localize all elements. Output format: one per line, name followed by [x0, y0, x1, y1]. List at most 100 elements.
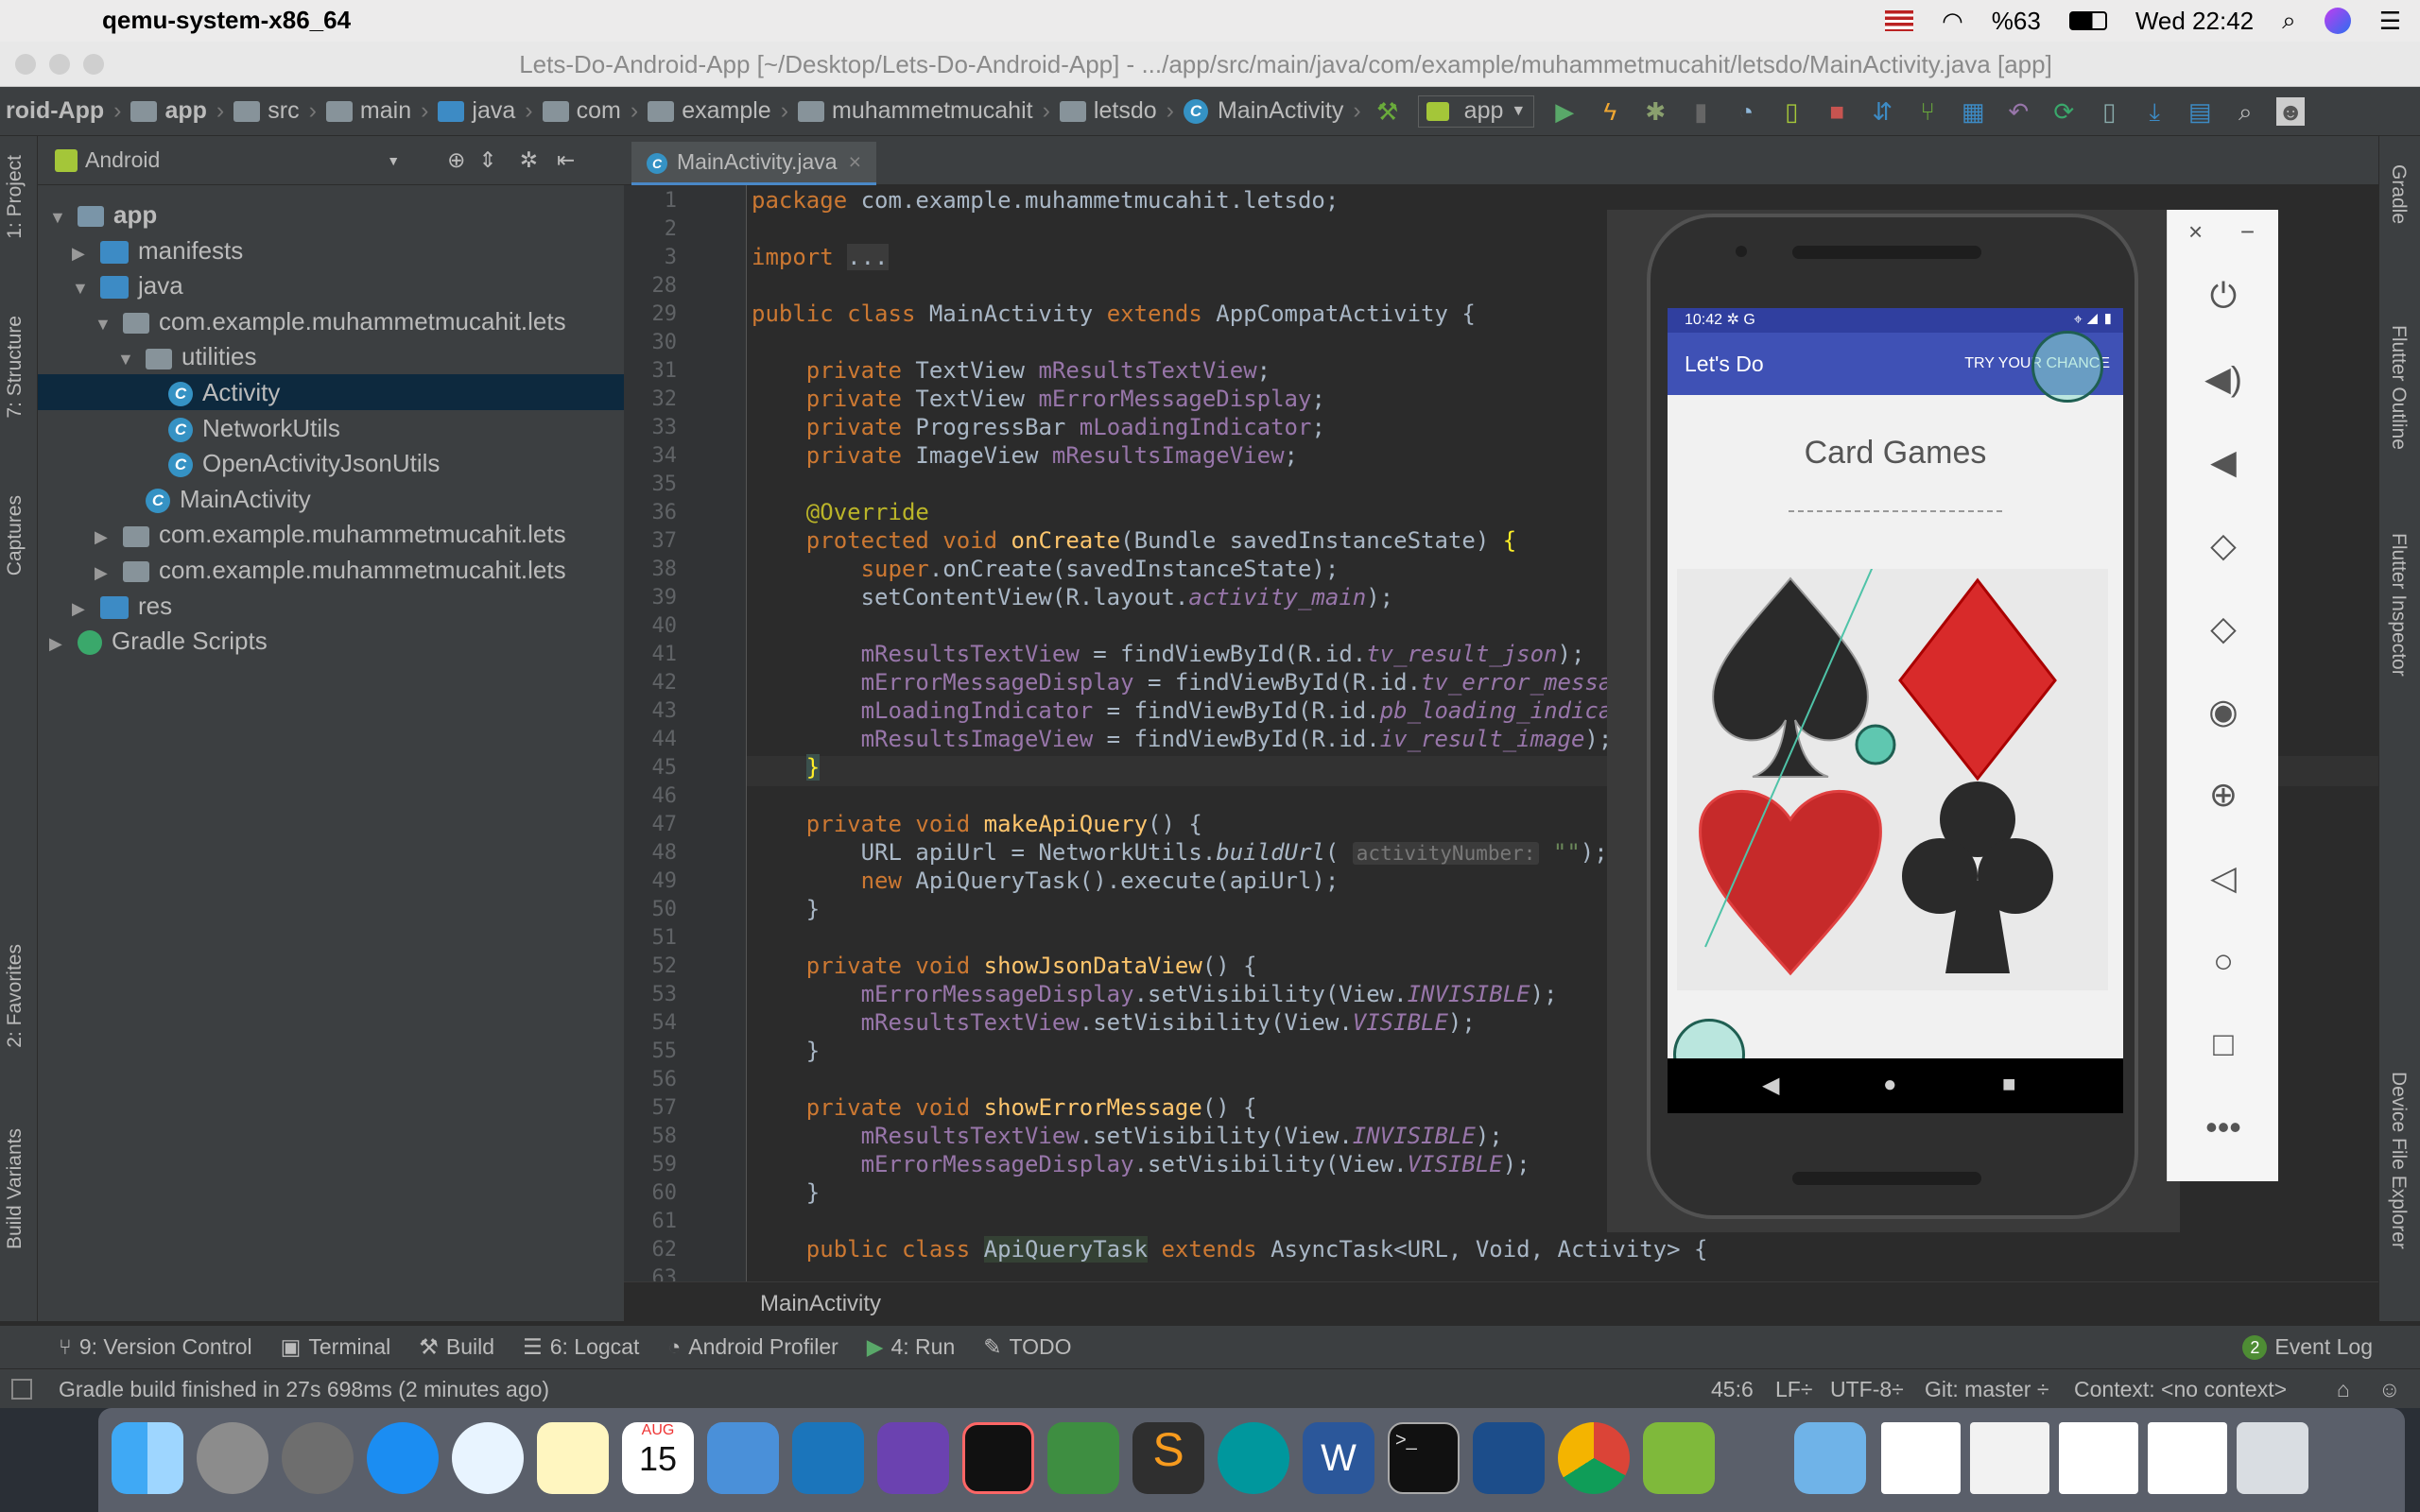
terminal-icon[interactable]: >_ [1388, 1422, 1460, 1494]
collapse-icon[interactable]: ⇕ [478, 147, 496, 173]
minimize-icon[interactable]: − [2168, 217, 2279, 247]
clock[interactable]: Wed 22:42 [2135, 7, 2254, 36]
crumb-project[interactable]: roid-App [0, 97, 110, 125]
hide-panel-icon[interactable]: ⇤ [557, 147, 575, 173]
tab-project[interactable]: 1: Project [4, 155, 26, 239]
line-number[interactable]: 1 [624, 189, 677, 213]
line-number[interactable]: 54 [624, 1011, 678, 1035]
card-suits-image[interactable] [1677, 473, 2108, 990]
terminal-tab[interactable]: ▣ Terminal [281, 1334, 391, 1360]
crumb-letsdo[interactable]: letsdo [1054, 97, 1163, 125]
finder-icon[interactable] [112, 1422, 183, 1494]
line-number[interactable]: 42 [624, 671, 678, 695]
crumb-com[interactable]: com [537, 97, 627, 125]
run-tab[interactable]: ▶ 4: Run [867, 1334, 955, 1360]
launchpad-icon[interactable] [197, 1422, 268, 1494]
window-thumbnail[interactable] [2059, 1422, 2138, 1494]
line-number[interactable]: 45 [624, 756, 678, 780]
line-number[interactable]: 43 [624, 699, 678, 723]
tree-item[interactable]: ▼ app [38, 197, 624, 232]
tab-structure[interactable]: 7: Structure [4, 316, 26, 419]
volume-down-icon[interactable]: ◀ [2168, 442, 2279, 482]
zoom-icon[interactable]: ⊕ [2168, 775, 2279, 815]
tree-item[interactable]: ▼ com.example.muhammetmucahit.lets [38, 303, 624, 339]
crumb-main[interactable]: main [320, 97, 417, 125]
avd-manager-icon[interactable]: ▯ [2095, 97, 2123, 126]
chevron-right-icon[interactable]: ▶ [72, 235, 91, 271]
back-icon[interactable]: ◁ [2168, 858, 2279, 898]
make-project-icon[interactable]: ⚒ [1374, 97, 1402, 126]
device-icon[interactable]: ▯ [1777, 97, 1806, 126]
line-number[interactable]: 57 [624, 1096, 678, 1120]
search-everywhere-icon[interactable]: ⌕ [2231, 97, 2259, 126]
sync-icon[interactable]: ⟳ [2049, 97, 2078, 126]
layout-inspector-icon[interactable]: ▤ [2186, 97, 2214, 126]
event-log-tab[interactable]: 2 Event Log [2242, 1334, 2373, 1360]
home-icon[interactable]: ● [1883, 1072, 1897, 1098]
sync-gradle-icon[interactable]: ⇵ [1868, 97, 1896, 126]
intellij-icon[interactable] [962, 1422, 1034, 1494]
line-number[interactable]: 39 [624, 586, 678, 610]
gear-icon[interactable]: ✲ [520, 147, 538, 173]
line-separator[interactable]: LF÷ [1775, 1369, 1812, 1409]
line-number[interactable]: 33 [624, 416, 678, 439]
chrome-icon[interactable] [1558, 1422, 1630, 1494]
android-profiler-tab[interactable]: ◔ Android Profiler [667, 1334, 838, 1360]
phone-screen[interactable]: 10:42 ✲ G⌖ ◢ ▮ Let's Do TRY YOUR CHANCE … [1668, 308, 2123, 1113]
sublime-text-icon[interactable]: S [1132, 1422, 1204, 1494]
tree-item[interactable]: ▶ res [38, 588, 624, 624]
tab-device-file-explorer[interactable]: Device File Explorer [2387, 1072, 2410, 1249]
chevron-down-icon[interactable]: ▼ [387, 153, 400, 168]
tree-item[interactable]: C OpenActivityJsonUtils [38, 445, 624, 481]
crumb-example[interactable]: example [642, 97, 777, 125]
line-number[interactable]: 3 [624, 246, 677, 269]
logcat-tab[interactable]: ☰ 6: Logcat [523, 1334, 639, 1360]
trash-icon[interactable] [2237, 1422, 2308, 1494]
crumb-app[interactable]: app [125, 97, 212, 125]
virtualbox-icon[interactable] [1473, 1422, 1545, 1494]
tree-item[interactable]: ▶ com.example.muhammetmucahit.lets [38, 516, 624, 552]
chevron-right-icon[interactable]: ▶ [49, 626, 68, 662]
line-number[interactable]: 50 [624, 898, 678, 921]
notes-icon[interactable] [537, 1422, 609, 1494]
line-number[interactable]: 31 [624, 359, 678, 383]
status-message[interactable]: Gradle build finished in 27s 698ms (2 mi… [59, 1369, 549, 1409]
arduino-icon[interactable] [1218, 1422, 1289, 1494]
todo-tab[interactable]: ✎ TODO [983, 1334, 1071, 1360]
power-icon[interactable]: ⏻ [2168, 276, 2279, 317]
line-number[interactable]: 30 [624, 331, 678, 354]
home-icon[interactable]: ○ [2168, 941, 2279, 981]
git-branch[interactable]: Git: master ÷ [1925, 1369, 2048, 1409]
tab-favorites[interactable]: 2: Favorites [4, 944, 26, 1048]
inspector-icon[interactable]: ☺ [2378, 1369, 2400, 1409]
wifi-icon[interactable]: ◠ [1942, 7, 1963, 36]
run-icon[interactable]: ▶ [1550, 97, 1579, 126]
line-number[interactable]: 37 [624, 529, 678, 553]
line-number[interactable]: 32 [624, 387, 678, 411]
line-number[interactable]: 47 [624, 813, 678, 836]
system-preferences-icon[interactable] [282, 1422, 354, 1494]
line-number[interactable]: 46 [624, 784, 678, 808]
line-number[interactable]: 51 [624, 926, 678, 950]
visual-studio-icon[interactable] [877, 1422, 949, 1494]
line-number[interactable]: 49 [624, 869, 678, 893]
tree-item[interactable]: C Activity [38, 374, 624, 410]
camera-icon[interactable]: ◉ [2168, 692, 2279, 731]
calendar-icon[interactable]: AUG 15 [622, 1422, 694, 1494]
file-encoding[interactable]: UTF-8÷ [1830, 1369, 1904, 1409]
revert-icon[interactable]: ↶ [2004, 97, 2032, 126]
stop-icon[interactable]: ■ [1823, 97, 1851, 126]
build-tab[interactable]: ⚒ Build [419, 1334, 494, 1360]
line-number[interactable]: 38 [624, 558, 678, 581]
project-view-select[interactable]: Android [85, 147, 160, 173]
chevron-down-icon[interactable]: ▼ [117, 341, 136, 377]
crumb-mainactivity[interactable]: C MainActivity [1178, 97, 1349, 125]
overview-icon[interactable]: □ [2168, 1024, 2279, 1064]
line-number[interactable]: 59 [624, 1153, 678, 1177]
sdk-manager-icon[interactable]: ⤓ [2140, 97, 2169, 126]
line-number[interactable]: 53 [624, 983, 678, 1006]
siri-icon[interactable] [2324, 8, 2351, 34]
close-window-button[interactable] [15, 54, 36, 75]
chevron-right-icon[interactable]: ▶ [72, 591, 91, 627]
android-studio-icon[interactable] [1047, 1422, 1119, 1494]
